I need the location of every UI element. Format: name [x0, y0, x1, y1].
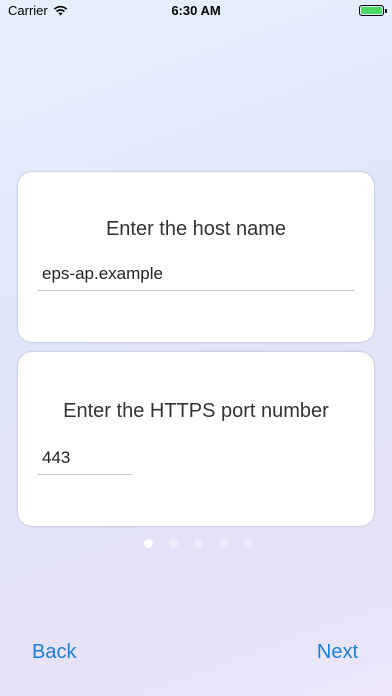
battery-fill	[361, 7, 382, 14]
page-dot[interactable]	[218, 539, 228, 548]
back-button[interactable]: Back	[32, 641, 76, 664]
page-dot[interactable]	[168, 539, 178, 548]
page-dot[interactable]	[193, 539, 203, 548]
battery-cap	[385, 9, 387, 13]
host-name-title: Enter the host name	[105, 218, 287, 240]
port-number-input[interactable]	[38, 448, 132, 475]
battery-icon	[359, 5, 387, 16]
host-name-input[interactable]	[38, 264, 354, 291]
port-number-title: Enter the HTTPS port number	[63, 400, 329, 422]
next-button[interactable]: Next	[317, 641, 358, 664]
page-dot[interactable]	[243, 539, 253, 548]
host-name-card: Enter the host name	[18, 172, 374, 342]
status-bar: Carrier 6:30 AM	[0, 0, 392, 22]
page-indicator[interactable]	[0, 539, 392, 548]
status-time: 6:30 AM	[171, 3, 221, 18]
port-number-card: Enter the HTTPS port number	[18, 352, 374, 526]
page-dot[interactable]	[143, 539, 153, 548]
